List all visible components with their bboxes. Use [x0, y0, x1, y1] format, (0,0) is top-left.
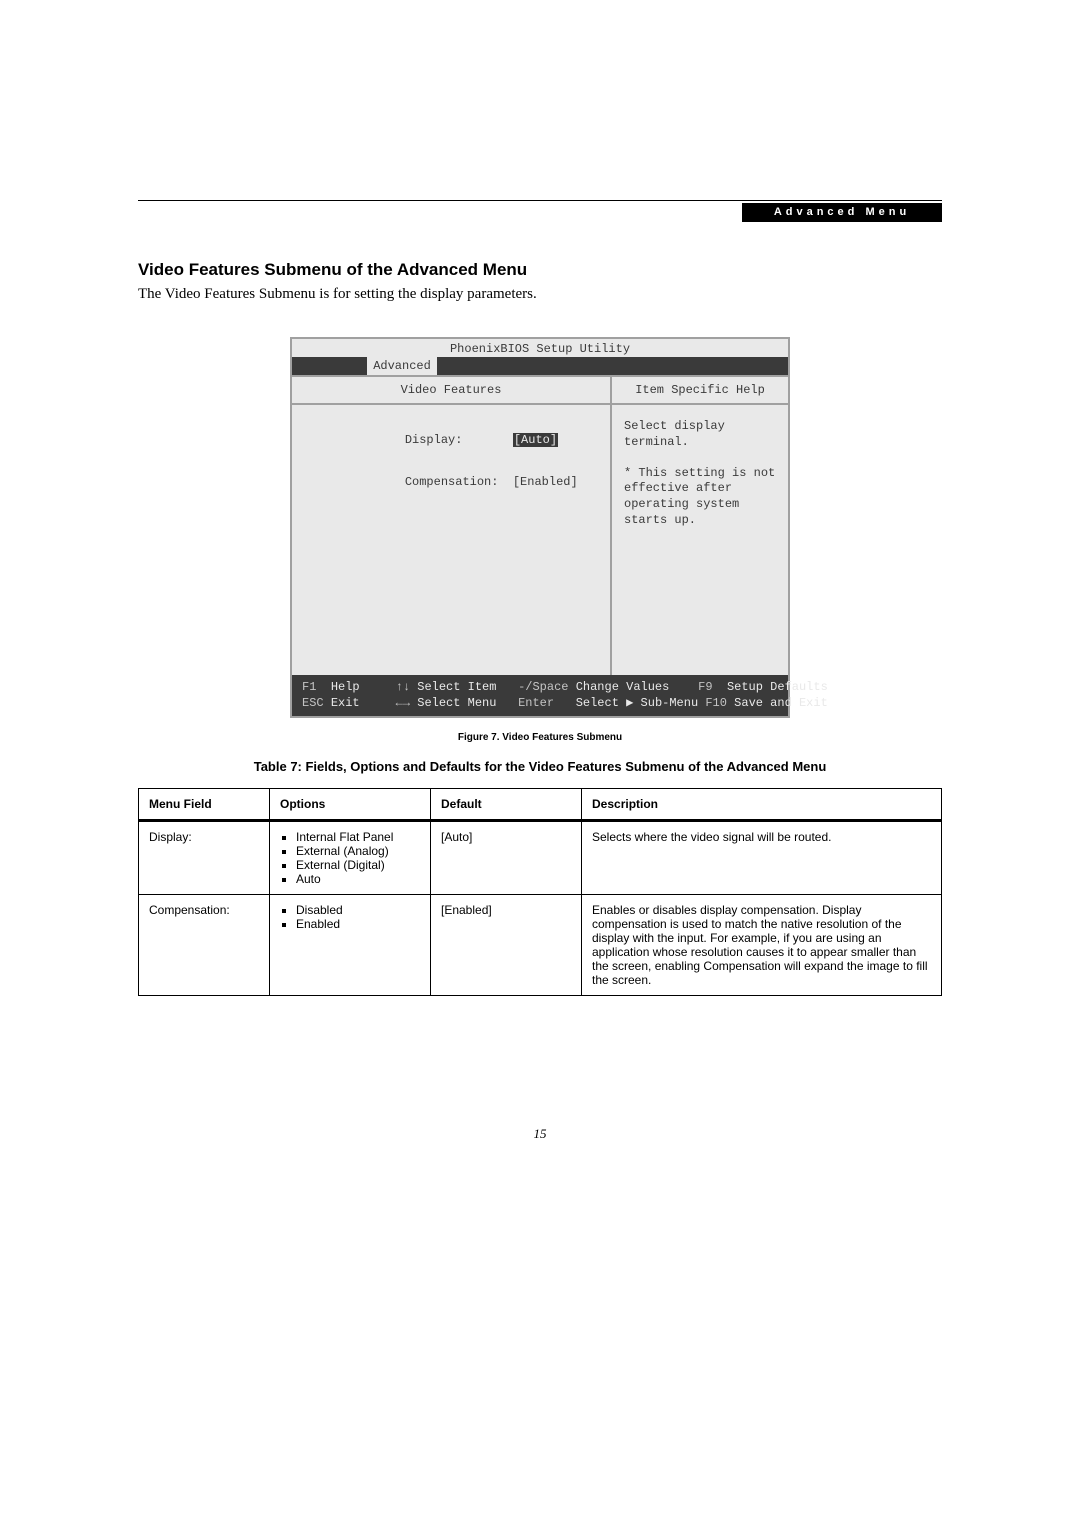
bios-left-header: Video Features — [292, 375, 610, 405]
key-f9: F9 — [698, 680, 712, 694]
bios-help-line: starts up. — [624, 513, 776, 529]
key-f10: F10 — [705, 696, 727, 710]
bios-compensation-value[interactable]: [Enabled] — [513, 475, 578, 489]
table-title: Table 7: Fields, Options and Defaults fo… — [138, 759, 942, 774]
figure-caption: Figure 7. Video Features Submenu — [138, 732, 942, 743]
cell-options: Disabled Enabled — [270, 895, 431, 996]
page-content: Video Features Submenu of the Advanced M… — [138, 260, 942, 996]
cell-description: Enables or disables display compensation… — [582, 895, 942, 996]
bios-display-value[interactable]: [Auto] — [513, 433, 558, 447]
key-esc-label: Exit — [331, 696, 360, 710]
key-f10-label: Save and Exit — [734, 696, 828, 710]
fields-table: Menu Field Options Default Description D… — [138, 788, 942, 996]
arrows-lr-label: Select Menu — [417, 696, 496, 710]
bios-tab-spacer — [292, 357, 367, 375]
th-description: Description — [582, 789, 942, 821]
header-badge: Advanced Menu — [742, 203, 942, 222]
list-item: Enabled — [296, 917, 420, 931]
list-item: Auto — [296, 872, 420, 886]
th-menu-field: Menu Field — [139, 789, 270, 821]
list-item: Internal Flat Panel — [296, 830, 420, 844]
key-enter-label: Select ▶ Sub-Menu — [576, 696, 698, 710]
th-default: Default — [431, 789, 582, 821]
table-row: Compensation: Disabled Enabled [Enabled]… — [139, 895, 942, 996]
key-f1: F1 — [302, 680, 316, 694]
key-minus-space-label: Change Values — [576, 680, 670, 694]
bios-help-line: operating system — [624, 497, 776, 513]
list-item: Disabled — [296, 903, 420, 917]
cell-options: Internal Flat Panel External (Analog) Ex… — [270, 821, 431, 895]
cell-default: [Enabled] — [431, 895, 582, 996]
section-intro: The Video Features Submenu is for settin… — [138, 286, 942, 303]
table-header-row: Menu Field Options Default Description — [139, 789, 942, 821]
bios-tab-advanced[interactable]: Advanced — [367, 357, 437, 375]
document-page: Advanced Menu Video Features Submenu of … — [0, 0, 1080, 1528]
table-row: Display: Internal Flat Panel External (A… — [139, 821, 942, 895]
list-item: External (Digital) — [296, 858, 420, 872]
section-title: Video Features Submenu of the Advanced M… — [138, 260, 942, 280]
arrows-leftright-icon: ←→ — [396, 696, 410, 710]
key-esc: ESC — [302, 696, 324, 710]
th-options: Options — [270, 789, 431, 821]
cell-field: Compensation: — [139, 895, 270, 996]
bios-help-line: * This setting is not — [624, 466, 776, 482]
list-item: External (Analog) — [296, 844, 420, 858]
bios-help-line: effective after — [624, 481, 776, 497]
key-f9-label: Setup Defaults — [727, 680, 828, 694]
bios-left-pane: Video Features Display: [Auto] Compensat… — [292, 375, 610, 675]
bios-compensation-label: Compensation: — [405, 475, 499, 489]
arrows-ud-label: Select Item — [417, 680, 496, 694]
bios-utility-title: PhoenixBIOS Setup Utility — [292, 339, 788, 357]
cell-field: Display: — [139, 821, 270, 895]
bios-right-pane: Item Specific Help Select display termin… — [610, 375, 788, 675]
bios-footer: F1 Help ↑↓ Select Item -/Space Change Va… — [292, 675, 788, 716]
cell-default: [Auto] — [431, 821, 582, 895]
key-enter: Enter — [518, 696, 554, 710]
cell-description: Selects where the video signal will be r… — [582, 821, 942, 895]
bios-display-label: Display: — [405, 433, 463, 447]
header-rule — [138, 200, 942, 201]
bios-window: PhoenixBIOS Setup Utility Advanced Video… — [290, 337, 790, 718]
page-number: 15 — [0, 1126, 1080, 1142]
key-f1-label: Help — [331, 680, 360, 694]
bios-middle: Video Features Display: [Auto] Compensat… — [292, 375, 788, 675]
bios-help-body: Select display terminal. * This setting … — [612, 405, 788, 542]
bios-right-header: Item Specific Help — [612, 375, 788, 405]
bios-tabbar: Advanced — [292, 357, 788, 375]
key-minus-space: -/Space — [518, 680, 568, 694]
arrows-updown-icon: ↑↓ — [396, 680, 410, 694]
bios-help-line: Select display terminal. — [624, 419, 776, 450]
bios-left-body: Display: [Auto] Compensation: [Enabled] — [292, 405, 610, 517]
